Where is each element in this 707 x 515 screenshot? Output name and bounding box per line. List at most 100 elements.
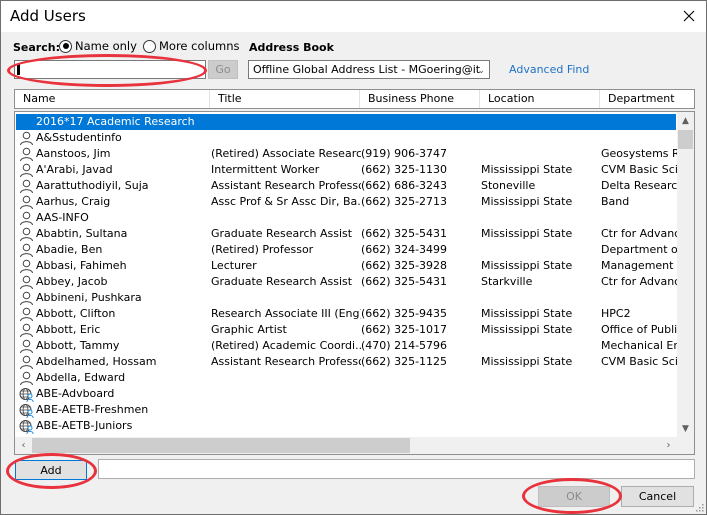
list-item[interactable]: Abdelhamed, Hossam Assistant Research Pro… (16, 354, 678, 370)
column-header-row: Name Title Business Phone Location Depar… (14, 89, 695, 109)
list-item[interactable]: ABE-Advboard (16, 386, 676, 403)
horizontal-scrollbar[interactable]: ‹ › (15, 437, 694, 454)
close-button[interactable] (676, 4, 702, 28)
cell-location: Mississippi State (481, 195, 573, 208)
list-item[interactable]: Abbott, Tammy (Retired) Academic Coordi..… (16, 338, 678, 354)
list-item[interactable]: Abbott, Eric Graphic Artist (662) 325-1017… (16, 322, 677, 338)
cell-business-phone: (662) 325-1017 (361, 323, 448, 336)
column-header-department[interactable]: Department (600, 90, 694, 108)
chevron-down-icon: ⌄ (477, 66, 485, 76)
cell-department: Geosystems Re (601, 147, 678, 160)
cell-name: A&Sstudentinfo (36, 131, 122, 144)
list-item[interactable]: Abbey, Jacob Graduate Research Assist (662… (16, 274, 678, 290)
cell-title: Intermittent Worker (211, 163, 320, 176)
cell-location: Starkville (481, 275, 533, 288)
list-item[interactable]: Aarattuthodiyil, Suja Assistant Research … (16, 178, 678, 194)
list-item[interactable]: ABE-AETB-Juniors (16, 418, 676, 435)
person-icon (19, 259, 34, 274)
list-item[interactable]: AAS-INFO (16, 210, 676, 226)
search-input[interactable] (14, 60, 206, 79)
resize-grip-icon[interactable] (696, 504, 704, 512)
scroll-up-icon[interactable]: ▲ (677, 112, 694, 129)
person-icon (19, 291, 34, 306)
vertical-scroll-thumb[interactable] (678, 130, 693, 149)
cell-department: Band (601, 195, 630, 208)
cell-business-phone: (662) 325-1130 (361, 163, 448, 176)
column-header-title[interactable]: Title (210, 90, 360, 108)
cancel-button[interactable]: Cancel (621, 486, 694, 507)
cell-name: Ababtin, Sultana (36, 227, 128, 240)
list-item[interactable]: Abadie, Ben (Retired) Professor (662) 324-… (16, 242, 678, 258)
cell-title: Graduate Research Assist (211, 275, 353, 288)
cell-name: Abbasi, Fahimeh (36, 259, 127, 272)
cell-business-phone: (919) 906-3747 (361, 147, 448, 160)
cell-name: Abbineni, Pushkara (36, 291, 142, 304)
list-item[interactable]: Aarhus, Craig Assc Prof & Sr Assc Dir, Ba… (16, 194, 676, 210)
search-label: Search: (13, 41, 60, 54)
cell-name: Abdelhamed, Hossam (36, 355, 157, 368)
cell-title: Graphic Artist (211, 323, 287, 336)
cell-name: Aanstoos, Jim (36, 147, 111, 160)
scroll-right-icon[interactable]: › (660, 437, 677, 454)
cell-business-phone: (662) 325-1125 (361, 355, 448, 368)
address-list[interactable]: 2016*17 Academic Research A&Sstudentinfo A… (14, 111, 695, 455)
add-button[interactable]: Add (15, 460, 87, 480)
cell-business-phone: (662) 325-3928 (361, 259, 448, 272)
cell-department: Ctr for Advance (601, 227, 678, 240)
column-header-location[interactable]: Location (480, 90, 600, 108)
list-item[interactable]: 2016*17 Academic Research (16, 114, 676, 130)
person-icon (19, 227, 34, 242)
list-item[interactable]: Abbasi, Fahimeh Lecturer (662) 325-3928 Mis… (16, 258, 678, 274)
list-item[interactable]: Abbineni, Pushkara (16, 290, 676, 306)
cell-department: CVM Basic Scie (601, 163, 678, 176)
column-header-business-phone[interactable]: Business Phone (360, 90, 480, 108)
person-icon (19, 323, 34, 338)
person-icon (19, 307, 34, 322)
cell-name: 2016*17 Academic Research (36, 115, 195, 128)
cell-business-phone: (662) 686-3243 (361, 179, 448, 192)
window-title: Add Users (10, 7, 86, 25)
list-item[interactable]: Ababtin, Sultana Graduate Research Assist… (16, 226, 678, 242)
vertical-scrollbar[interactable]: ▲ ▼ (677, 112, 694, 437)
address-book-label: Address Book (249, 41, 334, 54)
list-item[interactable]: A'Arabi, Javad Intermittent Worker (662) 3… (16, 162, 678, 178)
list-item[interactable]: Abdella, Edward (16, 370, 676, 386)
cell-name: Abbey, Jacob (36, 275, 108, 288)
cell-title: (Retired) Professor (211, 243, 314, 256)
person-icon (19, 163, 34, 178)
distribution-list-icon (19, 387, 34, 403)
list-item[interactable]: A&Sstudentinfo (16, 130, 676, 146)
column-header-name[interactable]: Name (15, 90, 210, 108)
cell-location: Mississippi State (481, 323, 573, 336)
add-recipients-input[interactable] (98, 459, 695, 479)
list-item[interactable]: Abbott, Clifton Research Associate III (E… (16, 306, 676, 322)
scroll-left-icon[interactable]: ‹ (15, 437, 32, 454)
cell-name: ABE-Advboard (36, 387, 115, 400)
advanced-find-link[interactable]: Advanced Find (509, 63, 589, 76)
scroll-down-icon[interactable]: ▼ (677, 420, 694, 437)
person-icon (19, 195, 34, 210)
radio-circle (143, 39, 156, 53)
person-icon (19, 371, 34, 386)
distribution-list-icon (19, 403, 34, 419)
person-icon (19, 179, 34, 194)
address-book-dropdown[interactable]: Offline Global Address List - MGoering@i… (248, 60, 490, 79)
cell-name: A'Arabi, Javad (36, 163, 113, 176)
distribution-list-icon (19, 419, 34, 435)
cell-name: Abdella, Edward (36, 371, 126, 384)
person-icon (19, 147, 34, 162)
horizontal-scroll-thumb[interactable] (32, 438, 410, 453)
cell-location: Mississippi State (481, 163, 573, 176)
cell-department: Mechanical Eng (601, 339, 678, 352)
list-item[interactable]: Aanstoos, Jim (Retired) Associate Researc… (16, 146, 678, 162)
cell-department: HPC2 (601, 307, 631, 320)
text-caret (17, 64, 20, 75)
list-item[interactable]: ABE-AETB-Freshmen (16, 402, 676, 419)
close-icon (683, 10, 695, 22)
radio-more-columns[interactable]: More columns (143, 39, 240, 53)
radio-name-only[interactable]: Name only (59, 39, 137, 53)
cell-name: Abbott, Clifton (36, 307, 116, 320)
cell-business-phone: (662) 325-2713 (361, 195, 448, 208)
cell-location: Mississippi State (481, 355, 573, 368)
cell-department: Management & (601, 259, 678, 272)
